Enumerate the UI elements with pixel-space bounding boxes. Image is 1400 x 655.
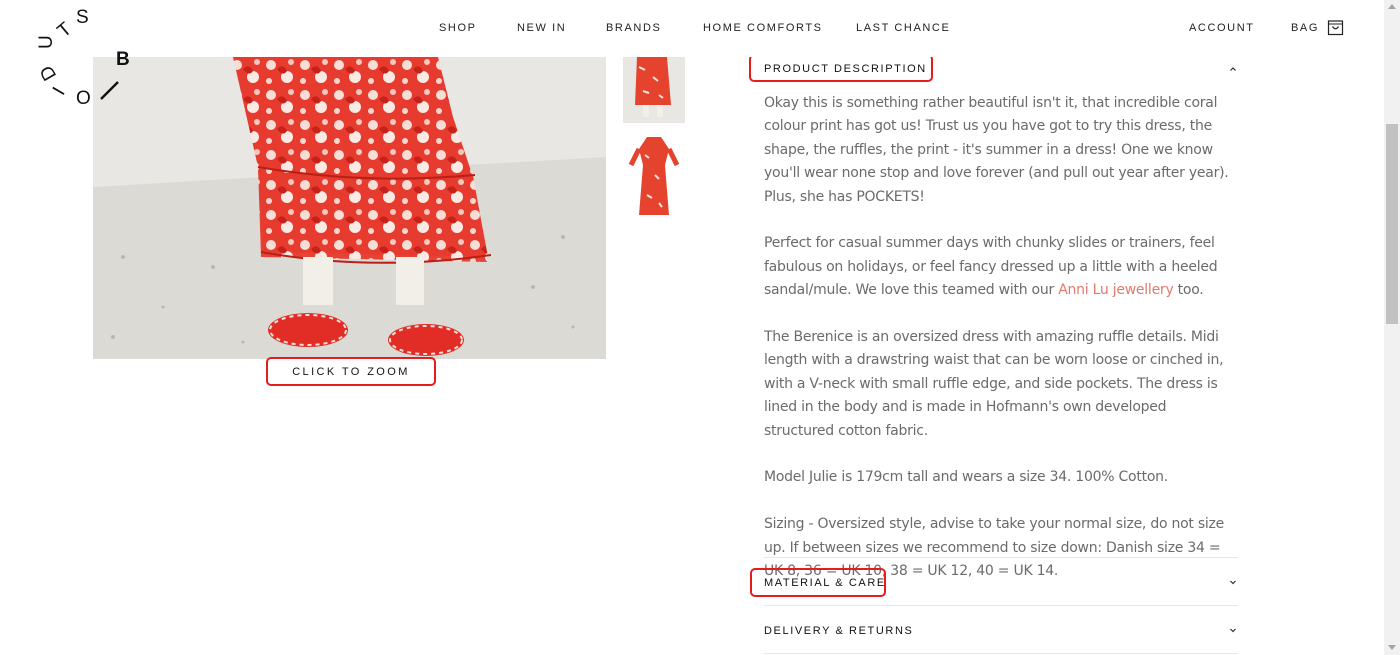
site-header: SHOP NEW IN BRANDS HOME COMFORTS LAST CH…: [0, 0, 1384, 57]
accordion-material-care[interactable]: MATERIAL & CARE: [764, 577, 886, 589]
nav-shop[interactable]: SHOP: [439, 22, 477, 34]
nav-new-in[interactable]: NEW IN: [517, 22, 566, 34]
accordion-divider: [764, 653, 1238, 654]
dress-on-model-thumbnail: [623, 57, 685, 123]
logo-letter-t: T: [54, 18, 77, 42]
thumbnail-flat[interactable]: [623, 135, 685, 220]
description-paragraph-4: Model Julie is 179cm tall and wears a si…: [764, 469, 1168, 486]
anni-lu-jewellery-link[interactable]: Anni Lu jewellery: [1058, 282, 1174, 298]
nav-brands[interactable]: BRANDS: [606, 22, 661, 34]
nav-last-chance[interactable]: LAST CHANCE: [856, 22, 950, 34]
accordion-product-description[interactable]: PRODUCT DESCRIPTION: [764, 63, 927, 75]
logo-letter-o: O: [76, 88, 91, 109]
description-paragraph-3: The Berenice is an oversized dress with …: [764, 329, 1224, 439]
accordion-delivery-returns[interactable]: DELIVERY & RETURNS: [764, 625, 913, 637]
logo-letter-i: I: [49, 84, 70, 99]
chevron-up-icon[interactable]: [1228, 64, 1238, 74]
scroll-up-arrow-icon[interactable]: [1388, 4, 1396, 9]
thumbnail-model[interactable]: [623, 57, 685, 123]
chevron-down-icon[interactable]: [1228, 625, 1238, 635]
logo-letter-d: D: [38, 62, 61, 84]
account-link[interactable]: ACCOUNT: [1189, 22, 1255, 34]
model-wearing-dress-image: [93, 57, 606, 359]
logo-letter-s: S: [76, 7, 89, 28]
accordion-divider: [764, 557, 1238, 558]
product-description-body: Okay this is something rather beautiful …: [764, 92, 1240, 583]
shopping-bag-icon[interactable]: [1327, 19, 1344, 36]
bag-link[interactable]: BAG: [1291, 22, 1319, 34]
nav-home-comforts[interactable]: HOME COMFORTS: [703, 22, 823, 34]
description-paragraph-1: Okay this is something rather beautiful …: [764, 95, 1229, 205]
description-paragraph-2: Perfect for casual summer days with chun…: [764, 232, 1240, 302]
logo-letter-b: B: [116, 49, 130, 70]
studio-b-logo[interactable]: S T U D I O B: [38, 4, 148, 114]
chevron-down-icon[interactable]: [1228, 577, 1238, 587]
description-paragraph-2-end: too.: [1173, 282, 1204, 299]
logo-slash: [100, 81, 119, 100]
description-paragraph-5: Sizing - Oversized style, advise to take…: [764, 516, 1225, 580]
accordion-divider: [764, 605, 1238, 606]
scrollbar-thumb[interactable]: [1386, 124, 1398, 324]
logo-letter-u: U: [38, 35, 57, 49]
scroll-down-arrow-icon[interactable]: [1388, 645, 1396, 650]
dress-flat-thumbnail: [623, 135, 685, 220]
page-scrollbar[interactable]: [1384, 0, 1400, 655]
click-to-zoom-button[interactable]: CLICK TO ZOOM: [266, 357, 436, 386]
product-main-image[interactable]: [93, 57, 606, 359]
